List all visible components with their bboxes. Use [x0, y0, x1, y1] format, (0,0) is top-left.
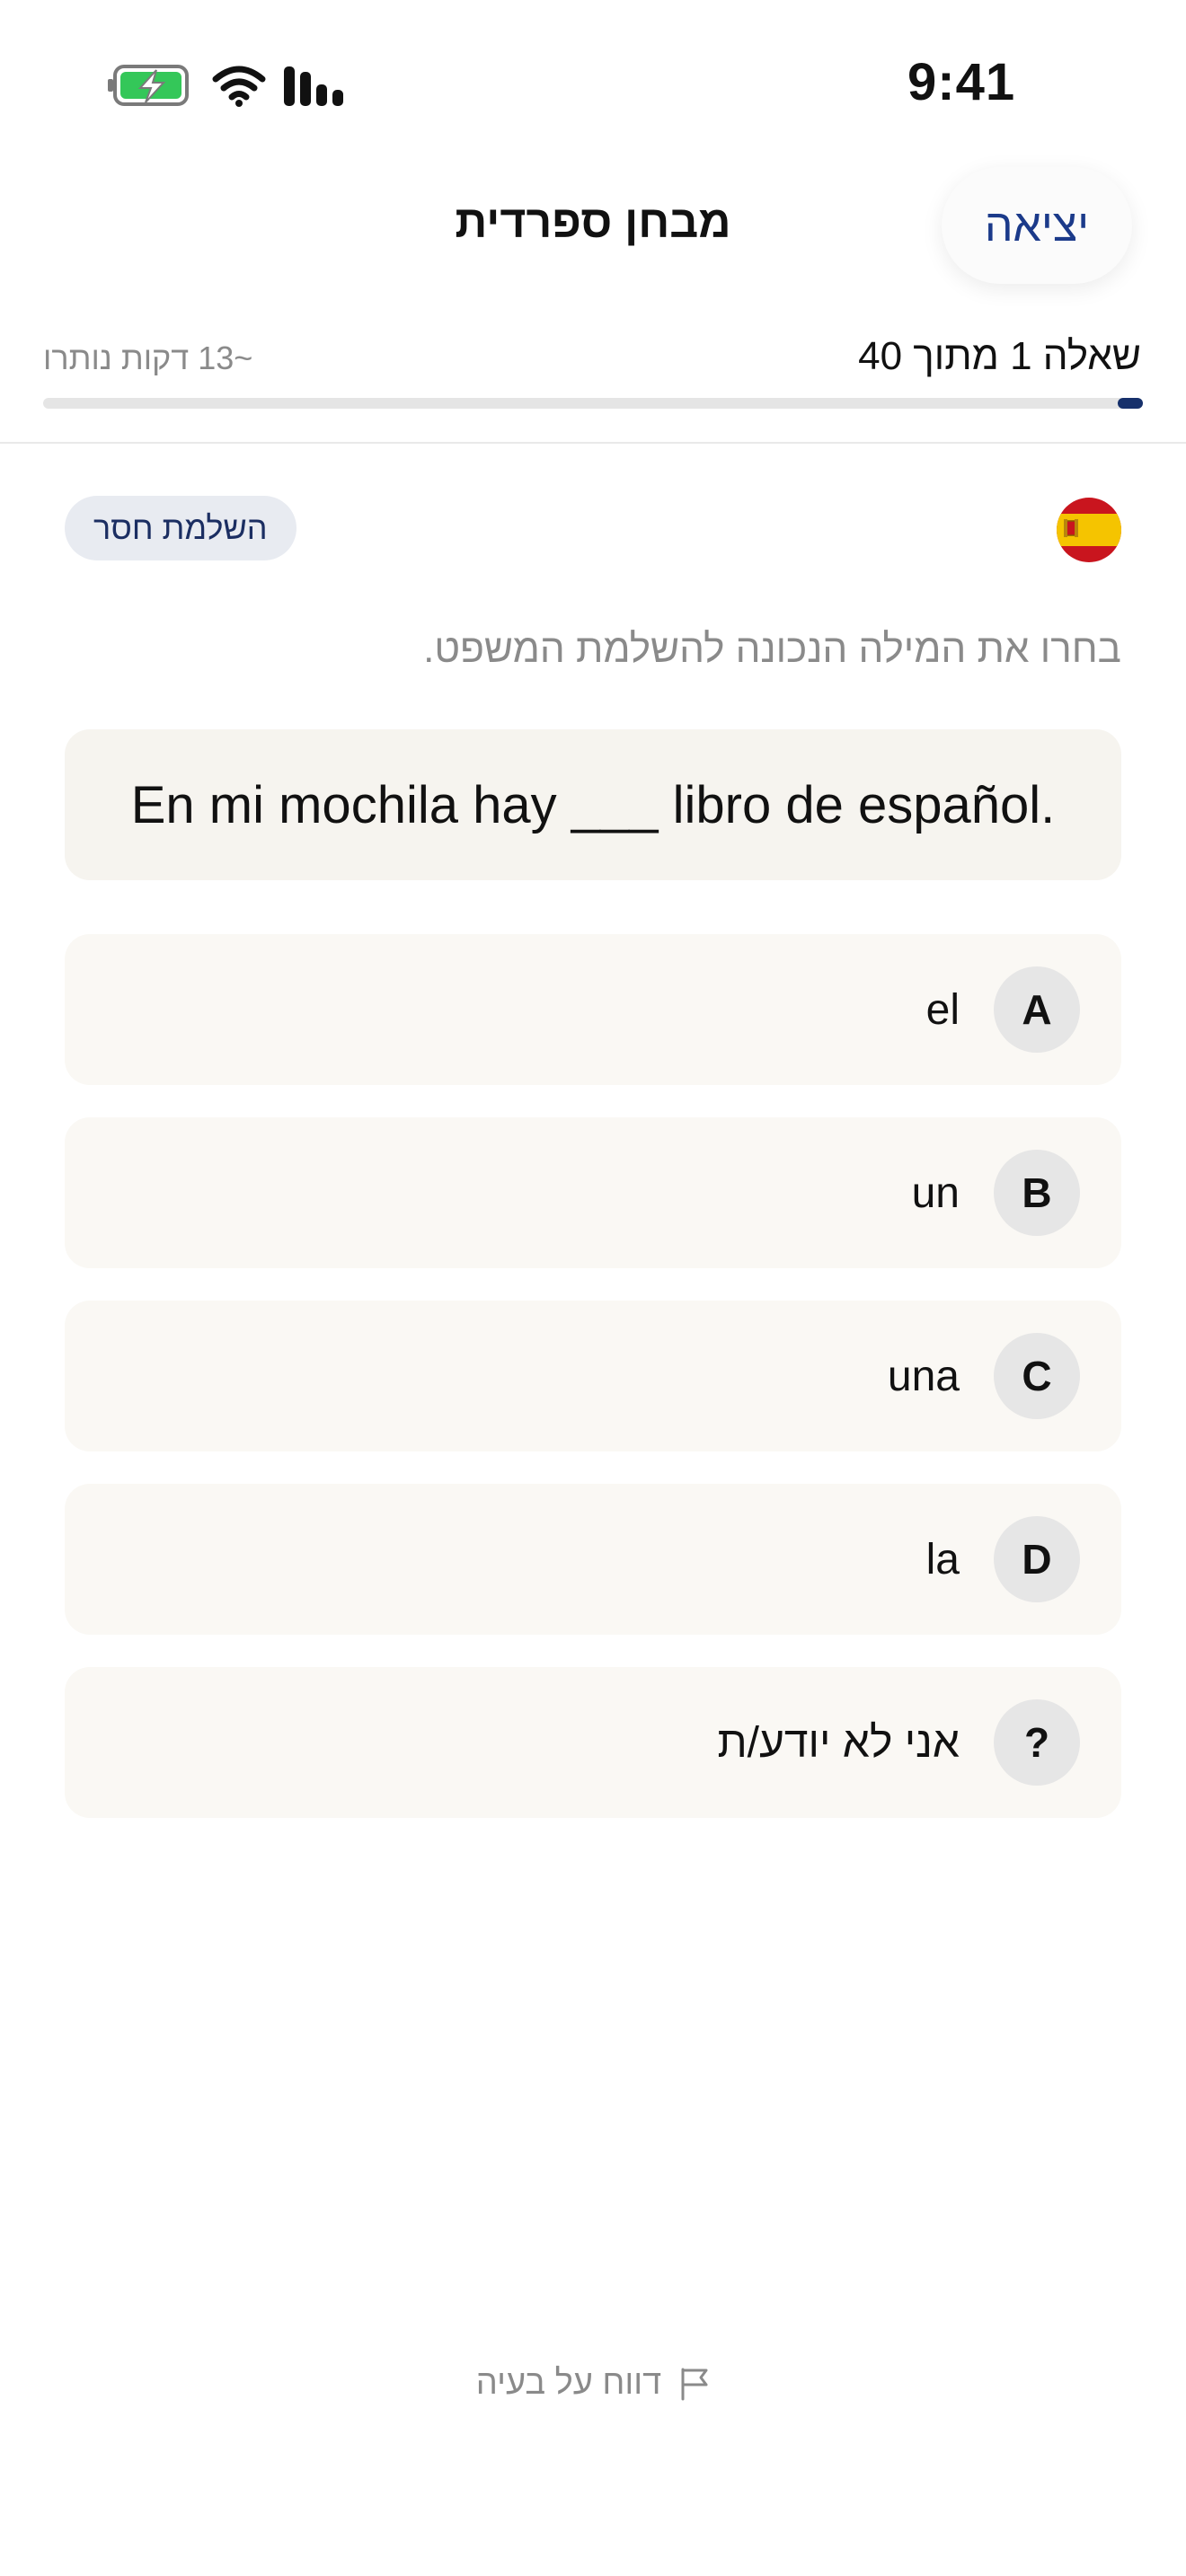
question-instruction: בחרו את המילה הנכונה להשלמת המשפט. [423, 627, 1121, 671]
option-text: una [887, 1352, 960, 1400]
progress-bar-fill [1118, 398, 1143, 409]
spain-flag-icon [1057, 498, 1121, 562]
status-time: 9:41 [907, 53, 1016, 111]
sentence-card: En mi mochila hay ___ libro de español. [65, 729, 1121, 880]
answer-option-b[interactable]: B un [65, 1117, 1121, 1268]
sentence-text: En mi mochila hay ___ libro de español. [130, 775, 1056, 834]
option-text: אני לא יודע/ת [717, 1718, 960, 1767]
progress-bar [43, 398, 1143, 409]
option-letter: A [994, 966, 1080, 1053]
option-letter: B [994, 1150, 1080, 1236]
flag-icon [681, 2368, 708, 2400]
option-text: el [925, 985, 960, 1034]
time-remaining: ~13 דקות נותרו [43, 340, 253, 376]
wifi-icon [212, 66, 266, 107]
battery-charging-icon [108, 65, 189, 106]
answer-option-a[interactable]: A el [65, 934, 1121, 1085]
exit-button[interactable]: יציאה [942, 167, 1132, 284]
answer-option-c[interactable]: C una [65, 1301, 1121, 1451]
answer-option-dont-know[interactable]: ? אני לא יודע/ת [65, 1667, 1121, 1818]
option-letter: D [994, 1516, 1080, 1602]
cellular-signal-icon [284, 66, 343, 106]
question-type-badge: השלמת חסר [65, 496, 296, 560]
option-letter: C [994, 1333, 1080, 1419]
answer-option-d[interactable]: D la [65, 1484, 1121, 1635]
question-mark-icon: ? [994, 1699, 1080, 1786]
header-divider [0, 442, 1186, 444]
option-text: la [925, 1535, 960, 1584]
report-problem-label: דווח על בעיה [475, 2364, 662, 2402]
report-problem-link[interactable]: דווח על בעיה [0, 2364, 1186, 2403]
option-text: un [911, 1169, 960, 1217]
question-counter: שאלה 1 מתוך 40 [858, 334, 1141, 378]
